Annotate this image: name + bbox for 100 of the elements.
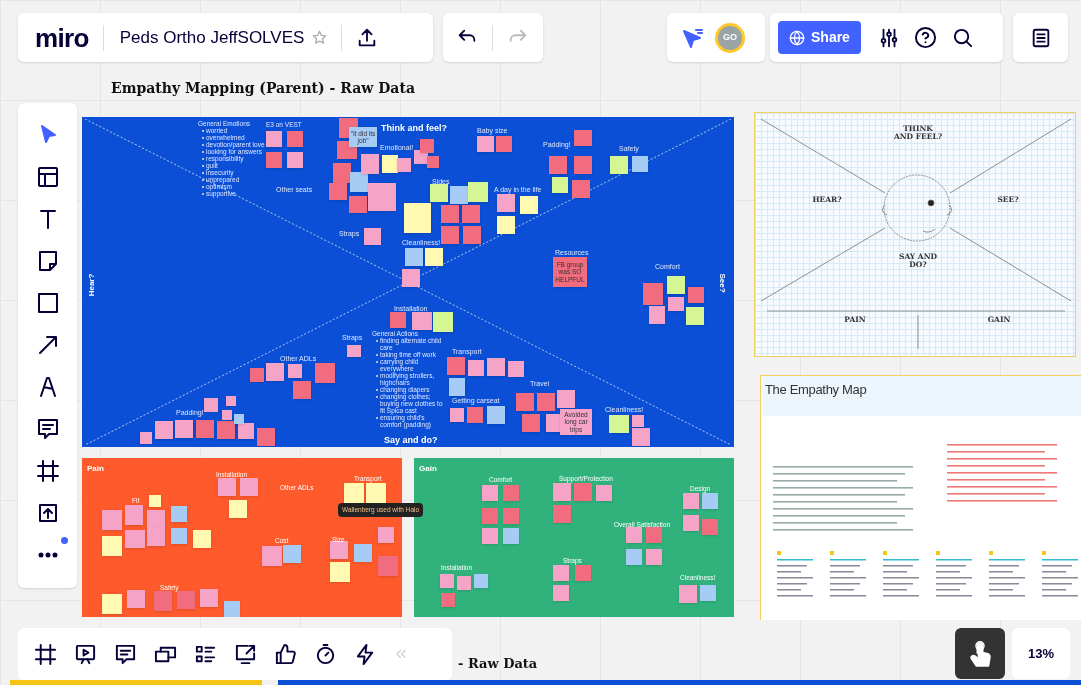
frame-title: Gain	[419, 463, 437, 475]
sticky-note	[171, 528, 187, 544]
sticky-note	[102, 594, 122, 614]
quadrant-label: Think and feel?	[381, 122, 447, 135]
sticky-note	[450, 408, 464, 422]
quadrant-label: Say and do?	[384, 434, 438, 447]
sticky-note	[683, 515, 699, 531]
sticky-note	[200, 589, 218, 607]
sticky-note	[646, 527, 662, 543]
sticky-note	[240, 478, 258, 496]
sticky-note	[626, 549, 642, 565]
sticky-note	[175, 420, 193, 438]
sticky-note	[364, 228, 381, 245]
sticky-note	[154, 591, 172, 611]
sticky-note	[147, 510, 165, 528]
sticky-note	[330, 541, 348, 559]
sticky-note	[688, 287, 704, 303]
sticky-note	[482, 508, 498, 524]
board-heading: - Raw Data	[458, 655, 538, 673]
sticky-note	[378, 527, 394, 543]
sticky-note	[487, 406, 505, 424]
sticky-note	[147, 528, 165, 546]
frame-icon[interactable]	[34, 642, 57, 666]
sticky-note	[537, 393, 555, 411]
sticky-note	[553, 483, 571, 501]
sticky-note	[354, 544, 372, 562]
frame-icon[interactable]	[35, 459, 60, 483]
sticky-note	[575, 565, 591, 581]
sticky-note	[218, 478, 236, 496]
sticky-note	[463, 226, 481, 244]
frame-title: Pain	[87, 463, 104, 475]
sticky-note	[553, 585, 569, 601]
sticky-note	[626, 527, 642, 543]
sticky-note	[224, 601, 240, 617]
sticky-note	[468, 182, 488, 202]
sticky-note	[467, 407, 483, 423]
sticky-note	[447, 357, 465, 375]
sticky-note	[574, 156, 592, 174]
sticky-note	[266, 363, 284, 381]
logo[interactable]: miro	[35, 24, 89, 51]
comment-icon[interactable]	[35, 417, 60, 441]
sticky-note	[293, 381, 311, 399]
sticky-note	[229, 500, 247, 518]
sticky-note	[344, 483, 364, 503]
sticky-note	[520, 196, 538, 214]
star-icon[interactable]	[312, 30, 328, 45]
thumbs-up-icon[interactable]	[274, 642, 297, 666]
share-button[interactable]: Share	[778, 21, 861, 54]
sticky-note	[333, 163, 351, 183]
sticky-note	[287, 131, 303, 147]
board-title[interactable]: Peds Ortho JeffSOLVES	[119, 24, 305, 51]
sticky-note	[196, 420, 214, 438]
sticky-note	[574, 483, 592, 501]
sticky-note	[427, 156, 439, 168]
board-heading: Empathy Mapping (Parent) - Raw Data	[111, 79, 415, 98]
screen-share-icon[interactable]	[234, 642, 257, 666]
sticky-note	[127, 590, 145, 608]
sticky-note	[330, 562, 350, 582]
sticky-note	[646, 549, 662, 565]
sticky-note	[683, 493, 699, 509]
sticky-note	[496, 136, 512, 152]
sticky-note	[287, 152, 303, 168]
sticky-note	[315, 363, 335, 383]
comment-icon[interactable]	[114, 642, 137, 666]
touch-mode-button[interactable]	[955, 628, 1005, 679]
sticky-note	[686, 307, 704, 325]
sticky-note	[503, 485, 519, 501]
document-title: The Empathy Map	[765, 381, 867, 399]
sticky-note	[288, 364, 302, 378]
sticky-note	[557, 390, 575, 408]
sticky-note	[449, 378, 465, 396]
sticky-note	[508, 361, 524, 377]
template-icon[interactable]	[35, 165, 60, 189]
sticky-note	[649, 306, 665, 324]
sticky-note	[516, 393, 534, 411]
sticky-note	[149, 495, 161, 507]
presentation-icon[interactable]	[74, 642, 97, 666]
sticky-note	[440, 574, 454, 588]
help-icon[interactable]	[913, 26, 937, 49]
sticky-note	[522, 414, 540, 432]
sticky-note	[420, 139, 434, 153]
sticky-note	[402, 269, 420, 287]
sticky-note	[125, 530, 145, 548]
timer-icon[interactable]	[314, 642, 337, 666]
sticky-note	[668, 297, 684, 311]
sticky-note	[441, 205, 459, 223]
face-drawing	[882, 174, 952, 242]
sticky-note	[329, 183, 347, 200]
sticky-note	[155, 421, 173, 439]
sticky-note	[700, 585, 716, 601]
sticky-note	[497, 216, 515, 234]
rectangle-icon[interactable]	[35, 291, 60, 315]
zoom-level[interactable]: 13%	[1012, 628, 1070, 679]
sticky-note	[553, 505, 571, 523]
sticky-note	[702, 493, 718, 509]
sticky-note	[283, 545, 301, 563]
sticky-note	[609, 415, 629, 433]
sticky-note	[553, 565, 569, 581]
sticky-note	[102, 510, 122, 530]
sticky-note	[450, 186, 468, 204]
